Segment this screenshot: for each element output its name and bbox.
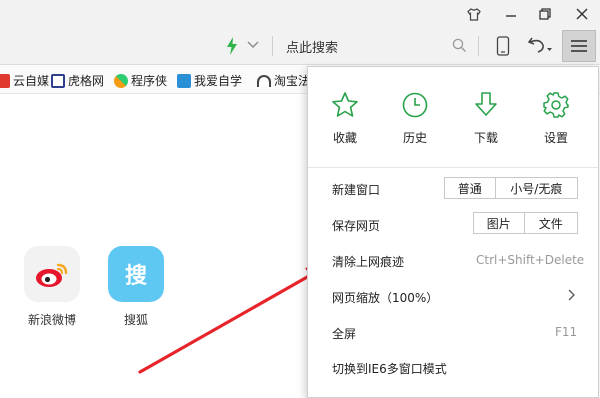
chevron-right-icon (568, 289, 576, 304)
new-window-normal-button[interactable]: 普通 (445, 178, 495, 198)
settings-button[interactable]: 设置 (526, 91, 586, 146)
favorites-button[interactable]: 收藏 (315, 91, 375, 146)
download-button[interactable]: 下载 (456, 91, 516, 146)
fullscreen-shortcut: F11 (555, 325, 578, 339)
menu-item-ie6-mode[interactable]: 切换到IE6多窗口模式 (332, 360, 447, 377)
new-window-incognito-button[interactable]: 小号/无痕 (494, 178, 577, 198)
menu-item-new-window[interactable]: 新建窗口 (332, 181, 380, 198)
clear-history-shortcut: Ctrl+Shift+Delete (476, 253, 585, 267)
gear-icon (543, 92, 569, 118)
menu-item-page-zoom[interactable]: 网页缩放（100%） (332, 289, 438, 306)
divider (308, 167, 598, 168)
new-window-options: 普通 小号/无痕 (444, 177, 578, 199)
menu-item-fullscreen[interactable]: 全屏 (332, 325, 356, 342)
menu-item-save-page[interactable]: 保存网页 (332, 217, 380, 234)
history-button[interactable]: 历史 (385, 91, 445, 146)
save-page-options: 图片 文件 (473, 212, 578, 234)
star-icon (332, 92, 358, 117)
clock-icon (402, 92, 428, 118)
favorites-label: 收藏 (332, 131, 357, 145)
settings-label: 设置 (543, 131, 568, 145)
save-as-file-button[interactable]: 文件 (523, 213, 577, 233)
download-label: 下载 (473, 131, 498, 145)
menu-item-clear-history[interactable]: 清除上网痕迹 (332, 253, 404, 270)
save-as-image-button[interactable]: 图片 (474, 213, 524, 233)
history-label: 历史 (402, 131, 427, 145)
main-menu-panel: 收藏 历史 下载 设置 新建窗口 普通 小号/无痕 保存网页 图片 文件 清除上… (307, 66, 599, 398)
download-icon (475, 92, 497, 116)
